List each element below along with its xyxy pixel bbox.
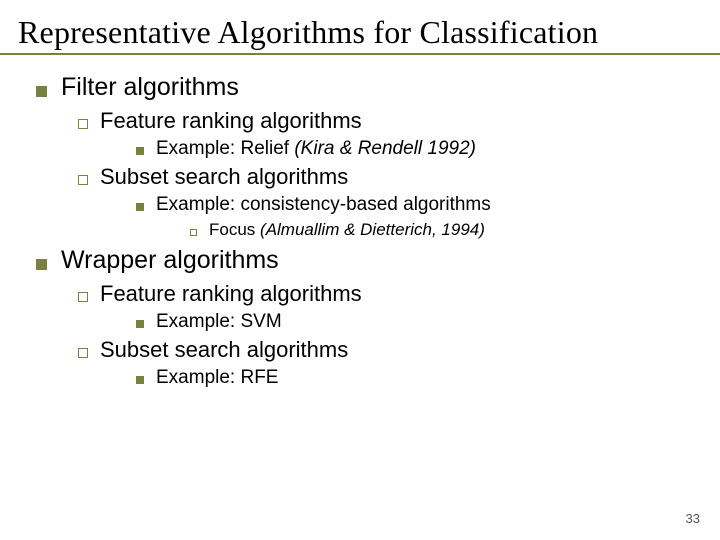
example-text: Example: Relief (Kira & Rendell 1992) bbox=[156, 138, 476, 160]
section-filter: Filter algorithms Feature ranking algori… bbox=[36, 73, 696, 240]
list-item: Example: RFE bbox=[136, 367, 696, 389]
example-text: Example: SVM bbox=[156, 311, 282, 333]
list-item: Example: Relief (Kira & Rendell 1992) bbox=[136, 138, 696, 160]
list-item: Wrapper algorithms bbox=[36, 246, 696, 275]
bullet-open-icon bbox=[78, 119, 88, 129]
bullet-open-icon bbox=[78, 348, 88, 358]
example-text: Focus (Almuallim & Dietterich, 1994) bbox=[209, 220, 485, 240]
page-number: 33 bbox=[686, 511, 700, 526]
example-text: Example: RFE bbox=[156, 367, 278, 389]
section-label: Filter algorithms bbox=[61, 73, 239, 102]
bullet-filled-icon bbox=[36, 86, 47, 97]
bullet-open-icon bbox=[78, 175, 88, 185]
slide-content: Filter algorithms Feature ranking algori… bbox=[0, 55, 720, 389]
list-item: Feature ranking algorithms bbox=[78, 281, 696, 307]
bullet-filled-icon bbox=[136, 147, 144, 155]
bullet-filled-icon bbox=[36, 259, 47, 270]
subsection-label: Feature ranking algorithms bbox=[100, 281, 362, 307]
list-item: Feature ranking algorithms bbox=[78, 108, 696, 134]
slide-title: Representative Algorithms for Classifica… bbox=[18, 14, 720, 51]
subsection-label: Subset search algorithms bbox=[100, 164, 348, 190]
bullet-open-icon bbox=[78, 292, 88, 302]
example-text: Example: consistency-based algorithms bbox=[156, 194, 491, 216]
bullet-filled-icon bbox=[136, 376, 144, 384]
bullet-filled-icon bbox=[136, 320, 144, 328]
subsection-label: Subset search algorithms bbox=[100, 337, 348, 363]
list-item: Example: SVM bbox=[136, 311, 696, 333]
list-item: Subset search algorithms bbox=[78, 337, 696, 363]
bullet-filled-icon bbox=[136, 203, 144, 211]
list-item: Filter algorithms bbox=[36, 73, 696, 102]
section-wrapper: Wrapper algorithms Feature ranking algor… bbox=[36, 246, 696, 389]
subsection-label: Feature ranking algorithms bbox=[100, 108, 362, 134]
list-item: Subset search algorithms bbox=[78, 164, 696, 190]
list-item: Focus (Almuallim & Dietterich, 1994) bbox=[190, 220, 696, 240]
title-bar: Representative Algorithms for Classifica… bbox=[0, 0, 720, 55]
list-item: Example: consistency-based algorithms bbox=[136, 194, 696, 216]
bullet-open-icon bbox=[190, 229, 197, 236]
section-label: Wrapper algorithms bbox=[61, 246, 279, 275]
